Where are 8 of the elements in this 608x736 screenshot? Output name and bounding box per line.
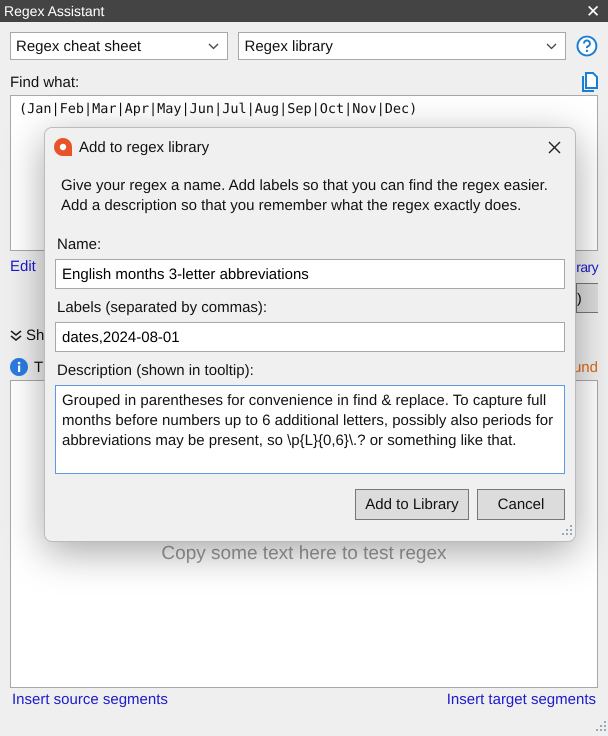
find-label: Find what: xyxy=(10,74,80,90)
intro-text: Give your regex a name. Add labels so that you can find the regex easier. Add a description so that you remember what the regex exactly does. xyxy=(61,176,549,216)
dialog-title: Add to regex library xyxy=(79,138,210,156)
test-label: T xyxy=(34,358,44,376)
field-label: Description (shown in tooltip): xyxy=(57,362,255,379)
window-title: Regex Assistant xyxy=(4,3,104,19)
field-label: Labels (separated by commas): xyxy=(57,299,268,316)
field-label: Name: xyxy=(57,236,102,253)
